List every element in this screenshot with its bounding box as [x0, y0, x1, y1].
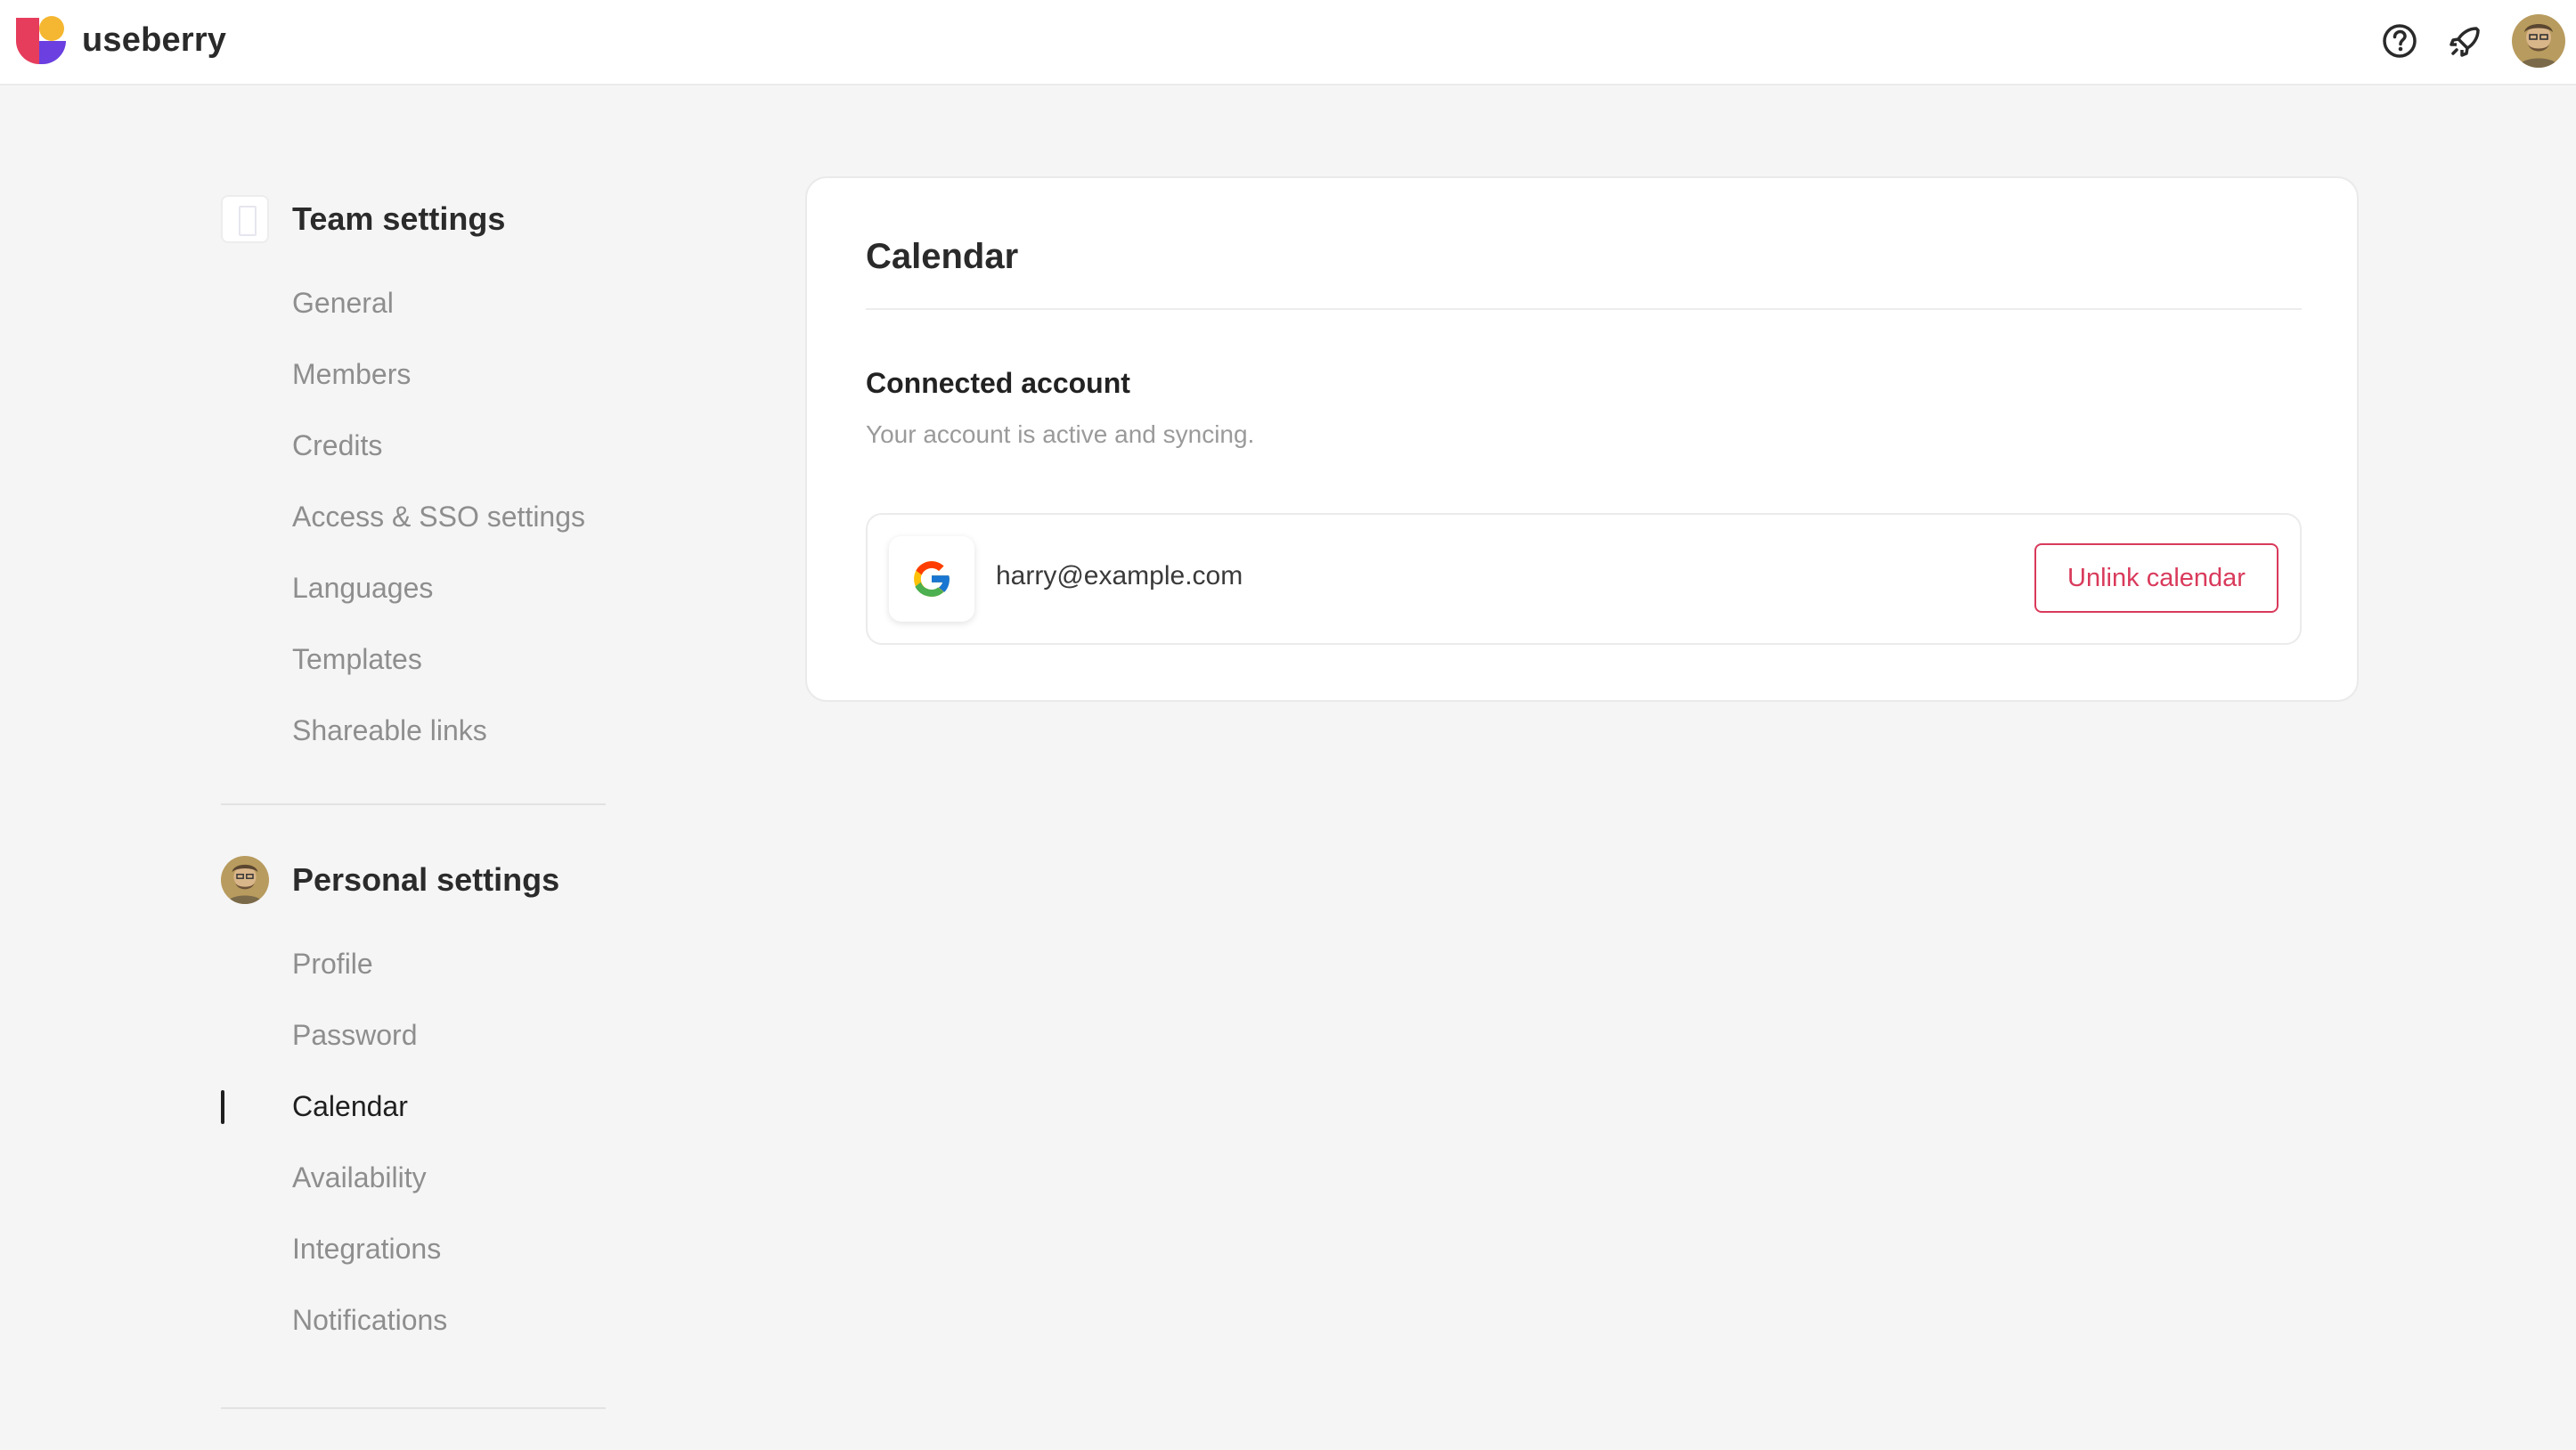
unlink-calendar-button[interactable]: Unlink calendar [2034, 543, 2278, 613]
calendar-card: Calendar Connected account Your account … [805, 176, 2359, 702]
team-icon [221, 195, 269, 243]
team-settings-title: Team settings [292, 200, 506, 237]
sidebar-item-availability[interactable]: Availability [221, 1142, 606, 1213]
settings-sidebar: Team settings General Members Credits Ac… [221, 187, 606, 1409]
sidebar-item-profile[interactable]: Profile [221, 928, 606, 999]
sidebar-item-integrations[interactable]: Integrations [221, 1213, 606, 1284]
personal-settings-header: Personal settings [221, 848, 606, 912]
sidebar-item-members[interactable]: Members [221, 338, 606, 410]
useberry-logo-icon [16, 16, 66, 64]
sidebar-divider-bottom [221, 1407, 606, 1409]
connected-account-row: harry@example.com Unlink calendar [866, 513, 2302, 645]
help-icon[interactable] [2380, 21, 2419, 61]
sidebar-item-password[interactable]: Password [221, 999, 606, 1071]
brand[interactable]: useberry [16, 14, 226, 66]
sidebar-item-notifications[interactable]: Notifications [221, 1284, 606, 1356]
connected-account-title: Connected account [866, 367, 1130, 399]
top-actions [2380, 14, 2565, 68]
sidebar-divider [221, 803, 606, 805]
user-avatar[interactable] [2512, 14, 2565, 68]
top-bar: useberry [0, 0, 2576, 86]
personal-avatar [221, 856, 269, 904]
team-settings-header: Team settings [221, 187, 606, 251]
personal-settings-title: Personal settings [292, 861, 560, 898]
sidebar-item-access-sso[interactable]: Access & SSO settings [221, 481, 606, 552]
sidebar-item-credits[interactable]: Credits [221, 410, 606, 481]
brand-name: useberry [82, 20, 227, 59]
page-title: Calendar [866, 237, 1019, 276]
sidebar-item-templates[interactable]: Templates [221, 623, 606, 695]
sidebar-item-languages[interactable]: Languages [221, 552, 606, 623]
google-icon [889, 536, 974, 622]
sidebar-item-calendar[interactable]: Calendar [221, 1071, 606, 1142]
team-settings-list: General Members Credits Access & SSO set… [221, 267, 606, 766]
sidebar-item-shareable-links[interactable]: Shareable links [221, 695, 606, 766]
sidebar-item-general[interactable]: General [221, 267, 606, 338]
rocket-icon[interactable] [2446, 21, 2485, 61]
account-email: harry@example.com [996, 561, 1243, 591]
title-divider [866, 308, 2302, 310]
connected-account-subtitle: Your account is active and syncing. [866, 420, 1255, 448]
personal-settings-list: Profile Password Calendar Availability I… [221, 928, 606, 1356]
